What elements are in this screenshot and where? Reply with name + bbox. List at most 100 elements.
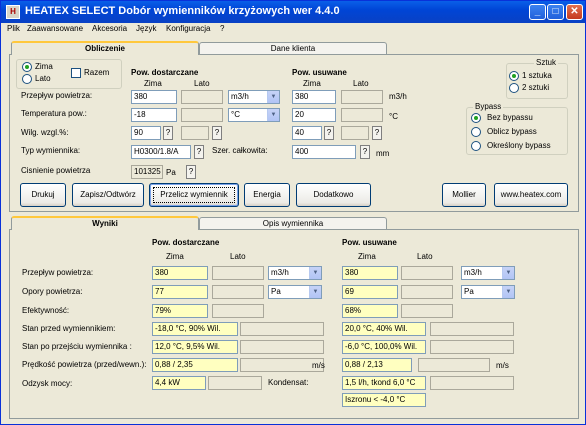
results-airflow-supply-unit-select[interactable]: m3/h ▼ [268, 266, 322, 280]
exchanger-type-help-button[interactable]: ? [194, 145, 204, 159]
menu-language[interactable]: Język [136, 24, 156, 33]
supply-winter-col: Zima [144, 79, 162, 88]
results-pressure-supply: 77 [152, 285, 208, 299]
results-supply-winter-col: Zima [166, 252, 184, 261]
two-pieces-radio[interactable] [509, 83, 519, 93]
website-button[interactable]: www.heatex.com [494, 183, 568, 207]
results-before-supply: -18,0 °C, 90% Wil. [152, 322, 238, 336]
menu-accessories[interactable]: Akcesoria [92, 24, 127, 33]
menu-advanced[interactable]: Zaawansowane [27, 24, 83, 33]
calc-bypass-label: Oblicz bypass [487, 127, 537, 136]
total-width-help-button[interactable]: ? [360, 145, 370, 159]
menu-bar: Plik Zaawansowane Akcesoria Język Konfig… [1, 23, 585, 37]
results-before-label: Stan przed wymiennikiem: [22, 324, 116, 333]
results-pressure-supply-unit-select[interactable]: Pa ▼ [268, 285, 322, 299]
results-velocity-supply: 0,88 / 2,35 [152, 358, 238, 372]
together-checkbox[interactable] [71, 68, 81, 78]
total-width-input[interactable]: 400 [292, 145, 356, 159]
one-piece-radio[interactable] [509, 71, 519, 81]
close-button[interactable]: ✕ [566, 4, 583, 20]
air-pressure-unit: Pa [166, 168, 176, 177]
results-airflow-supply: 380 [152, 266, 208, 280]
one-piece-label: 1 sztuka [522, 71, 552, 80]
exchanger-type-input[interactable]: H0300/1.8/A [131, 145, 191, 159]
humidity-supply-winter-help-button[interactable]: ? [163, 126, 173, 140]
results-airflow-supply-summer [212, 266, 264, 280]
results-efficiency-exhaust-summer [401, 304, 453, 318]
minimize-button[interactable]: _ [529, 4, 546, 20]
humidity-supply-winter-input[interactable]: 90 [131, 126, 161, 140]
tab-calculation[interactable]: Obliczenie [11, 41, 199, 55]
humidity-exhaust-winter-input[interactable]: 40 [292, 126, 322, 140]
temp-supply-summer-input[interactable] [181, 108, 223, 122]
total-width-unit: mm [376, 149, 390, 158]
air-pressure-help-button[interactable]: ? [186, 165, 196, 179]
exhaust-summer-col: Lato [353, 79, 369, 88]
results-airflow-exhaust-summer [401, 266, 453, 280]
humidity-supply-summer-help-button[interactable]: ? [212, 126, 222, 140]
winter-label: Zima [35, 62, 53, 71]
results-pressure-exhaust-unit-select[interactable]: Pa ▼ [461, 285, 515, 299]
menu-help[interactable]: ? [220, 24, 224, 33]
results-condensate-label: Kondensat: [268, 378, 309, 387]
results-condensate-summer [430, 376, 514, 390]
results-velocity-exhaust-unit: m/s [496, 361, 509, 370]
app-window: H HEATEX SELECT Dobór wymienników krzyżo… [0, 0, 586, 425]
results-airflow-label: Przepływ powietrza: [22, 268, 94, 277]
temp-exhaust-winter-input[interactable]: 20 [292, 108, 336, 122]
results-exhaust-summer-col: Lato [417, 252, 433, 261]
fixed-bypass-radio[interactable] [471, 141, 481, 151]
winter-radio[interactable] [22, 62, 32, 72]
airflow-exhaust-summer-input[interactable] [341, 90, 383, 104]
results-efficiency-label: Efektywność: [22, 306, 70, 315]
humidity-exhaust-winter-help-button[interactable]: ? [324, 126, 334, 140]
calc-bypass-radio[interactable] [471, 127, 481, 137]
airflow-supply-winter-input[interactable]: 380 [131, 90, 177, 104]
together-label: Razem [84, 68, 110, 77]
mollier-button[interactable]: Mollier [442, 183, 486, 207]
temp-supply-winter-input[interactable]: -18 [131, 108, 177, 122]
humidity-exhaust-summer-input[interactable] [341, 126, 369, 140]
total-width-label: Szer. całkowita: [212, 146, 268, 155]
tab-results[interactable]: Wyniki [11, 216, 199, 230]
menu-config[interactable]: Konfiguracja [166, 24, 210, 33]
chevron-down-icon: ▼ [502, 286, 514, 298]
title-bar[interactable]: H HEATEX SELECT Dobór wymienników krzyżo… [1, 1, 585, 23]
temp-unit-select[interactable]: °C ▼ [228, 108, 280, 122]
results-after-exhaust: -6,0 °C, 100,0% Wil. [342, 340, 426, 354]
airflow-unit-value: m3/h [231, 92, 249, 101]
print-button[interactable]: Drukuj [20, 183, 66, 207]
chevron-down-icon: ▼ [309, 286, 321, 298]
air-pressure-input[interactable]: 101325 [131, 165, 163, 179]
results-exhaust-heading: Pow. usuwane [342, 238, 397, 247]
app-icon: H [6, 5, 20, 19]
no-bypass-radio[interactable] [471, 113, 481, 123]
summer-radio[interactable] [22, 74, 32, 84]
additional-button[interactable]: Dodatkowo [296, 183, 371, 207]
airflow-exhaust-winter-input[interactable]: 380 [292, 90, 336, 104]
airflow-unit-select[interactable]: m3/h ▼ [228, 90, 280, 104]
results-airflow-exhaust-unit-select[interactable]: m3/h ▼ [461, 266, 515, 280]
maximize-button[interactable]: □ [547, 4, 564, 20]
results-pressure-supply-unit-value: Pa [271, 287, 281, 296]
temp-exhaust-summer-input[interactable] [341, 108, 383, 122]
results-airflow-exhaust-unit-value: m3/h [464, 268, 482, 277]
airflow-supply-summer-input[interactable] [181, 90, 223, 104]
save-load-button[interactable]: Zapisz/Odtwórz [72, 183, 144, 207]
results-pressure-exhaust-summer [401, 285, 453, 299]
results-power-label: Odzysk mocy: [22, 379, 73, 388]
results-airflow-exhaust: 380 [342, 266, 398, 280]
pieces-title: Sztuk [534, 58, 559, 68]
humidity-label: Wilg. wzgl.%: [21, 128, 69, 137]
results-before-exhaust: 20,0 °C, 40% Wil. [342, 322, 426, 336]
results-power-value: 4,4 kW [152, 376, 206, 390]
recalculate-button[interactable]: Przelicz wymiennik [149, 183, 239, 207]
temperature-label: Temperatura pow.: [21, 109, 87, 118]
airflow-exhaust-unit: m3/h [389, 92, 407, 101]
humidity-supply-summer-input[interactable] [181, 126, 209, 140]
energy-button[interactable]: Energia [244, 183, 290, 207]
menu-file[interactable]: Plik [7, 24, 20, 33]
results-after-label: Stan po przejściu wymiennika : [22, 342, 132, 351]
humidity-exhaust-summer-help-button[interactable]: ? [372, 126, 382, 140]
results-velocity-supply-unit: m/s [312, 361, 325, 370]
